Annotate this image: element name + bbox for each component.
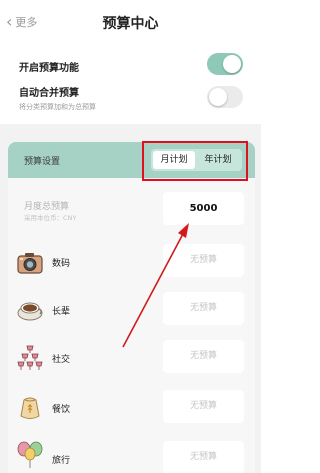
top-nav-bar: ‹ 更多 预算中心 [0, 0, 261, 44]
page-title: 预算中心 [102, 16, 159, 32]
enable-budget-toggle[interactable] [207, 53, 243, 75]
wine-glasses-icon [17, 345, 43, 370]
budget-input-elders[interactable]: 无预算 [163, 292, 244, 325]
monthly-total-input[interactable]: 5000 [163, 192, 244, 225]
category-label-dining: 餐饮 [52, 405, 71, 415]
currency-note: 采用本位币：CNY [24, 214, 77, 222]
enable-budget-label: 开启预算功能 [19, 63, 79, 74]
auto-merge-toggle[interactable] [207, 86, 243, 108]
toggle-knob [209, 88, 227, 106]
monthly-total-label: 月度总预算 [24, 202, 70, 212]
budget-input-dining[interactable]: 无预算 [163, 390, 244, 423]
auto-merge-row: 自动合并预算 将分类预算加和为总预算 [19, 84, 243, 111]
budget-input-social[interactable]: 无预算 [163, 340, 244, 373]
camera-icon [17, 253, 43, 274]
budget-input-digital[interactable]: 无预算 [163, 244, 244, 277]
budget-input-travel[interactable]: 无预算 [163, 441, 244, 473]
annotation-highlight-box [142, 141, 248, 181]
category-label-social: 社交 [52, 355, 71, 365]
toggle-knob [223, 55, 241, 73]
budget-settings-label: 预算设置 [24, 157, 61, 167]
balloons-icon [17, 441, 43, 468]
enable-budget-row: 开启预算功能 [19, 53, 243, 77]
grain-sack-icon [20, 397, 40, 419]
category-label-elders: 长辈 [52, 307, 71, 317]
category-label-travel: 旅行 [52, 456, 71, 466]
category-label-digital: 数码 [52, 259, 71, 269]
coffee-cup-icon [17, 302, 43, 321]
